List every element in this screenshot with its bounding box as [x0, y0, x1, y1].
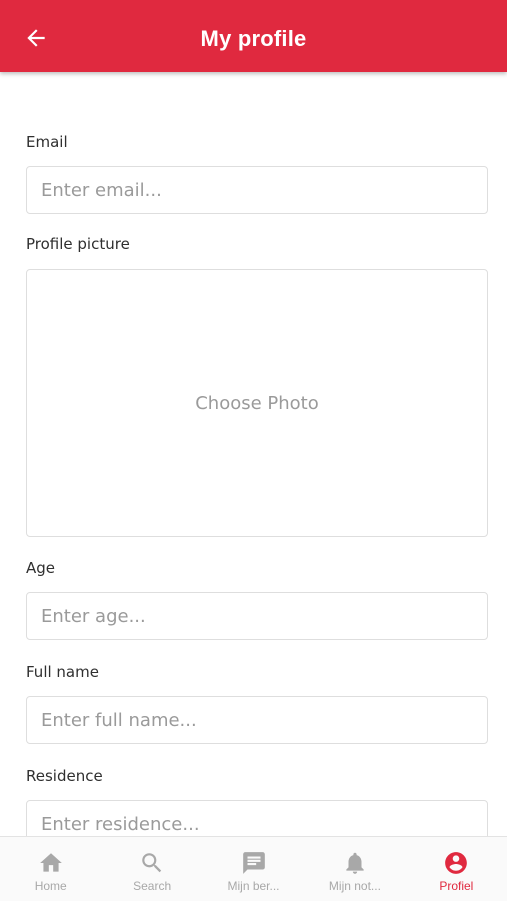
page-title: My profile	[200, 26, 307, 51]
residence-field[interactable]	[26, 800, 488, 836]
choose-photo-button[interactable]: Choose Photo	[26, 269, 488, 537]
bell-icon	[341, 849, 369, 877]
nav-item-home[interactable]: Home	[0, 837, 101, 901]
search-icon	[138, 849, 166, 877]
nav-label-search: Search	[133, 879, 172, 893]
choose-photo-text: Choose Photo	[195, 392, 319, 414]
nav-label-notifications: Mijn not...	[328, 879, 381, 893]
account-circle-icon	[442, 849, 470, 877]
app-bar: My profile	[0, 0, 507, 72]
nav-item-search[interactable]: Search	[101, 837, 202, 901]
nav-item-messages[interactable]: Mijn ber...	[203, 837, 304, 901]
profile-picture-label: Profile picture	[26, 235, 130, 253]
age-field[interactable]	[26, 592, 488, 640]
nav-label-messages: Mijn ber...	[227, 879, 280, 893]
nav-item-notifications[interactable]: Mijn not...	[304, 837, 405, 901]
full-name-field[interactable]	[26, 696, 488, 744]
nav-label-home: Home	[34, 879, 67, 893]
home-icon	[37, 849, 65, 877]
age-label: Age	[26, 559, 56, 577]
email-label: Email	[26, 133, 68, 151]
nav-item-profile[interactable]: Profiel	[406, 837, 507, 901]
profile-form: Email Profile picture Choose Photo Age F…	[0, 72, 507, 836]
full-name-label: Full name	[26, 663, 99, 681]
message-icon	[240, 849, 268, 877]
nav-label-profile: Profiel	[439, 879, 474, 893]
email-field[interactable]	[26, 166, 488, 214]
residence-label: Residence	[26, 767, 103, 785]
bottom-navigation: Home Search Mijn ber... Mijn not... Prof…	[0, 836, 507, 901]
